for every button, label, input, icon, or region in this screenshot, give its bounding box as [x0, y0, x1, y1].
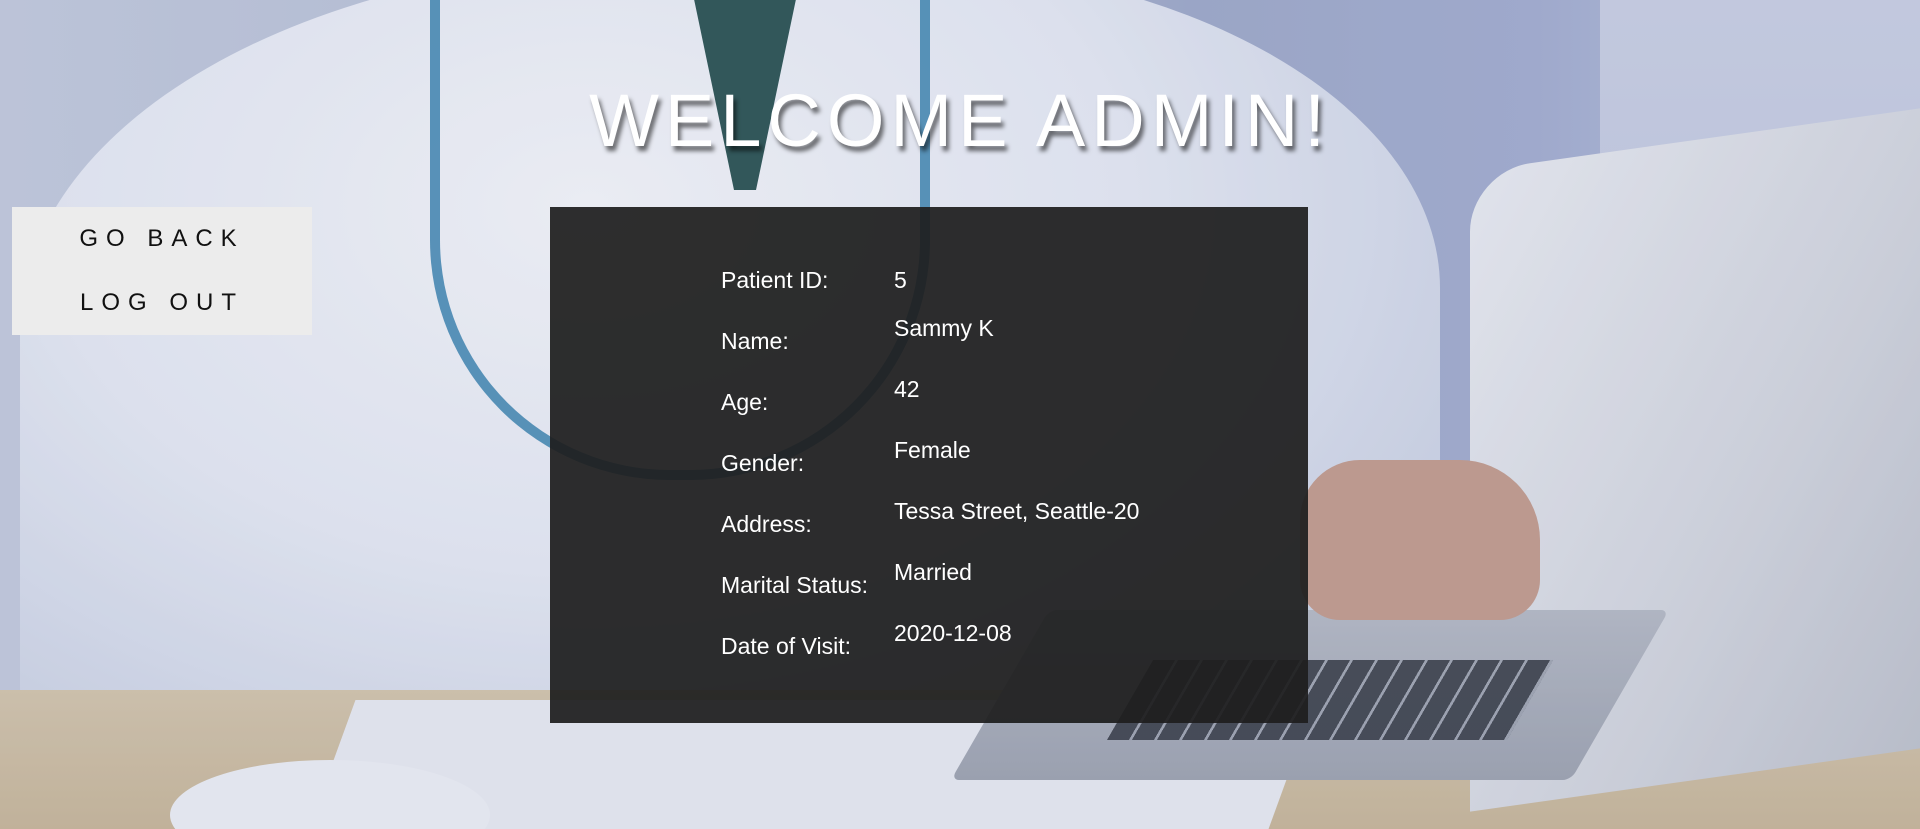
field-value: Married — [894, 559, 972, 585]
field-marital-status: Marital Status: Married — [721, 559, 1281, 599]
field-label: Gender: — [721, 450, 805, 476]
side-nav: GO BACK LOG OUT — [12, 207, 312, 335]
field-label: Date of Visit: — [721, 633, 851, 659]
field-value: Female — [894, 437, 971, 463]
field-value: Sammy K — [894, 315, 994, 341]
field-name: Name: Sammy K — [721, 315, 1281, 355]
log-out-button[interactable]: LOG OUT — [12, 271, 312, 335]
field-age: Age: 42 — [721, 376, 1281, 416]
field-value: 42 — [894, 376, 920, 402]
field-label: Address: — [721, 511, 812, 537]
field-label: Marital Status: — [721, 572, 868, 598]
page-title: WELCOME ADMIN! — [589, 79, 1331, 162]
patient-details-card: Patient ID: 5 Name: Sammy K Age: 42 Gend… — [550, 207, 1308, 723]
page: WELCOME ADMIN! GO BACK LOG OUT Patient I… — [0, 0, 1920, 829]
field-value: Tessa Street, Seattle-20 — [894, 498, 1140, 524]
field-patient-id: Patient ID: 5 — [721, 267, 1281, 307]
field-value: 2020-12-08 — [894, 620, 1012, 646]
go-back-button[interactable]: GO BACK — [12, 207, 312, 271]
field-label: Patient ID: — [721, 267, 829, 293]
field-gender: Gender: Female — [721, 437, 1281, 477]
field-date-of-visit: Date of Visit: 2020-12-08 — [721, 620, 1281, 660]
field-label: Name: — [721, 328, 789, 354]
field-label: Age: — [721, 389, 769, 415]
field-value: 5 — [894, 267, 907, 293]
field-address: Address: Tessa Street, Seattle-20 — [721, 498, 1281, 538]
